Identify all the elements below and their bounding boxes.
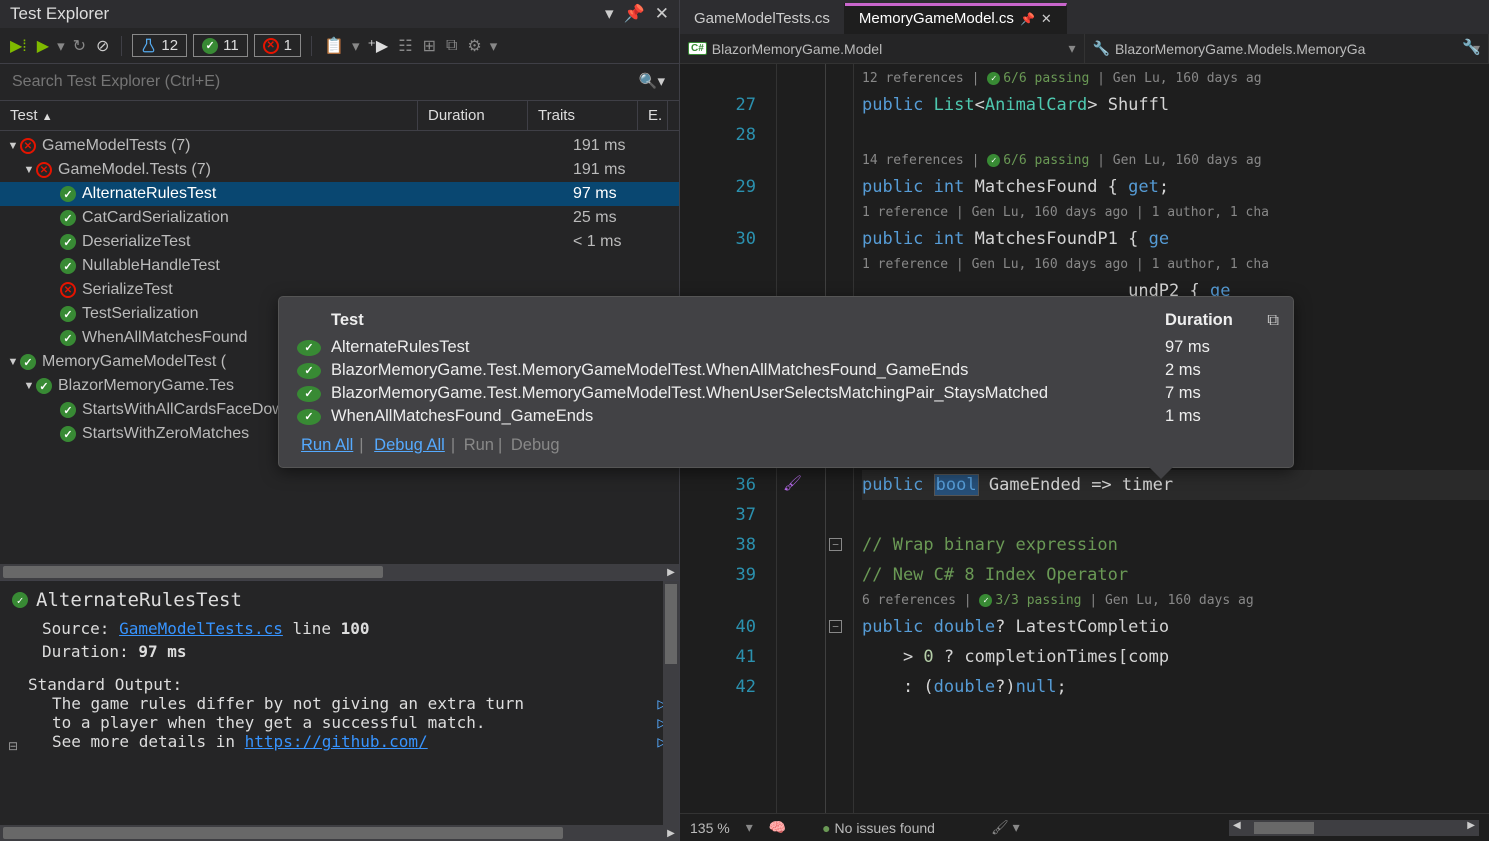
- test-explorer-title: Test Explorer: [10, 4, 109, 24]
- test-tree-row[interactable]: AlternateRulesTest97 ms: [0, 182, 679, 206]
- search-input[interactable]: [8, 69, 671, 95]
- tooltip-test-row[interactable]: BlazorMemoryGame.Test.MemoryGameModelTes…: [297, 359, 1275, 382]
- stdout-label: Standard Output:: [12, 675, 667, 694]
- pass-icon: [202, 38, 218, 54]
- codelens-tooltip: ⧉ Test Duration AlternateRulesTest97 msB…: [278, 296, 1294, 468]
- wrench-icon[interactable]: 🔧: [1462, 38, 1481, 56]
- columns-icon[interactable]: ⧉: [444, 37, 459, 55]
- window-dropdown-icon[interactable]: ▾: [605, 4, 614, 24]
- detail-hscrollbar[interactable]: ◀▶: [0, 825, 679, 841]
- zoom-dropdown-icon[interactable]: ▾: [746, 819, 753, 836]
- test-tree-row[interactable]: ▼GameModelTests (7)191 ms: [0, 134, 679, 158]
- pass-icon: [60, 234, 76, 250]
- paintbrush-icon[interactable]: 🖌 ▾: [991, 819, 1020, 836]
- settings-icon[interactable]: ⚙: [465, 36, 483, 56]
- pass-icon: [297, 363, 321, 379]
- run-after-build-icon[interactable]: ⁺▶: [365, 36, 390, 56]
- fail-icon: [263, 38, 279, 54]
- close-icon[interactable]: ✕: [655, 4, 669, 24]
- pass-icon: [60, 330, 76, 346]
- codelens[interactable]: 1 reference | Gen Lu, 160 days ago | 1 a…: [862, 202, 1489, 224]
- source-file-link[interactable]: GameModelTests.cs: [119, 619, 283, 638]
- settings-dropdown-icon[interactable]: ▾: [490, 37, 498, 55]
- codelens[interactable]: 6 references | 3/3 passing | Gen Lu, 160…: [862, 590, 1489, 612]
- paintbrush-icon[interactable]: 🖌: [783, 474, 802, 492]
- run-icon[interactable]: ▶: [35, 36, 51, 56]
- group-icon[interactable]: ⊞: [421, 36, 438, 56]
- pass-icon: [60, 402, 76, 418]
- stop-icon[interactable]: ⊘: [94, 36, 111, 56]
- debug-all-link[interactable]: Debug All: [374, 436, 445, 454]
- editor-tab[interactable]: GameModelTests.cs: [680, 3, 845, 34]
- codelens[interactable]: 1 reference | Gen Lu, 160 days ago | 1 a…: [862, 254, 1489, 276]
- pass-icon: [60, 306, 76, 322]
- codelens[interactable]: 12 references | 6/6 passing | Gen Lu, 16…: [862, 68, 1489, 90]
- test-columns-header: Test ▲ Duration Traits E.: [0, 101, 679, 131]
- pass-icon: [60, 210, 76, 226]
- search-icon[interactable]: 🔍▾: [639, 72, 665, 90]
- pass-icon: [297, 386, 321, 402]
- pass-icon: [12, 592, 28, 608]
- detail-test-name: AlternateRulesTest: [36, 589, 242, 611]
- passed-tests-count[interactable]: 11: [193, 34, 248, 57]
- check-icon: ●: [822, 820, 830, 836]
- fail-icon: [20, 138, 36, 154]
- pass-icon: [36, 378, 52, 394]
- pass-icon: [60, 426, 76, 442]
- playlist-icon[interactable]: 📋: [322, 36, 346, 56]
- issues-label: No issues found: [835, 820, 935, 836]
- pass-icon: [60, 258, 76, 274]
- fail-icon: [36, 162, 52, 178]
- test-tree-row[interactable]: NullableHandleTest: [0, 254, 679, 278]
- col-duration[interactable]: Duration: [418, 101, 528, 130]
- run-all-icon[interactable]: ▶⁞: [8, 36, 29, 56]
- detail-vscrollbar[interactable]: [663, 581, 679, 825]
- tree-hscrollbar[interactable]: ◀▶: [0, 564, 679, 580]
- editor-statusbar: 135 % ▾ 🧠 ● No issues found 🖌 ▾ ◀ ▶: [680, 813, 1489, 841]
- pass-icon: [297, 340, 321, 356]
- test-tree-row[interactable]: ▼GameModel.Tests (7)191 ms: [0, 158, 679, 182]
- pass-icon: [60, 186, 76, 202]
- test-explorer-titlebar: Test Explorer ▾ 📌 ✕: [0, 0, 679, 28]
- close-icon[interactable]: ✕: [1041, 11, 1052, 27]
- pass-icon: [297, 409, 321, 425]
- failed-tests-count[interactable]: 1: [254, 34, 301, 57]
- pin-icon[interactable]: 📌: [1020, 12, 1035, 26]
- crumb-class[interactable]: 🔧 BlazorMemoryGame.Models.MemoryGa ▾: [1085, 34, 1489, 63]
- debug-link-disabled: Debug: [511, 436, 560, 454]
- crumb-namespace[interactable]: C# BlazorMemoryGame.Model ▾: [680, 34, 1085, 63]
- run-all-link[interactable]: Run All: [301, 436, 353, 454]
- stdout-link[interactable]: https://github.com/: [245, 732, 428, 751]
- repeat-icon[interactable]: ↻: [71, 36, 88, 56]
- intellisense-icon[interactable]: 🧠: [769, 819, 786, 836]
- col-test[interactable]: Test ▲: [0, 101, 418, 130]
- playlist-dropdown-icon[interactable]: ▾: [352, 37, 360, 55]
- total-tests-count[interactable]: 12: [132, 34, 187, 57]
- zoom-level[interactable]: 135 %: [690, 820, 730, 836]
- run-link-disabled: Run: [464, 436, 494, 454]
- test-tree-row[interactable]: CatCardSerialization25 ms: [0, 206, 679, 230]
- pass-icon: [20, 354, 36, 370]
- pin-icon[interactable]: 📌: [624, 4, 645, 24]
- tooltip-test-row[interactable]: BlazorMemoryGame.Test.MemoryGameModelTes…: [297, 382, 1275, 405]
- test-tree-row[interactable]: DeserializeTest< 1 ms: [0, 230, 679, 254]
- codelens[interactable]: 14 references | 6/6 passing | Gen Lu, 16…: [862, 150, 1489, 172]
- editor-hscrollbar[interactable]: ◀ ▶: [1229, 820, 1479, 836]
- popout-icon[interactable]: ⧉: [1267, 311, 1279, 330]
- tooltip-test-row[interactable]: AlternateRulesTest97 ms: [297, 336, 1275, 359]
- fail-icon: [60, 282, 76, 298]
- editor-tab[interactable]: MemoryGameModel.cs📌✕: [845, 3, 1067, 34]
- test-detail-panel: AlternateRulesTest Source: GameModelTest…: [0, 580, 679, 825]
- editor-tabs: GameModelTests.csMemoryGameModel.cs📌✕: [680, 0, 1489, 34]
- chevron-down-icon[interactable]: ▾: [1068, 40, 1075, 57]
- test-explorer-toolbar: ▶⁞ ▶ ▾ ↻ ⊘ 12 11 1 📋 ▾ ⁺▶ ☷ ⊞ ⧉: [0, 28, 679, 64]
- hierarchy-icon[interactable]: ☷: [396, 36, 414, 56]
- col-traits[interactable]: Traits: [528, 101, 638, 130]
- run-dropdown-icon[interactable]: ▾: [57, 37, 65, 55]
- editor-breadcrumbs: C# BlazorMemoryGame.Model ▾ 🔧 BlazorMemo…: [680, 34, 1489, 64]
- test-search-container: 🔍▾: [0, 64, 679, 101]
- col-error[interactable]: E.: [638, 101, 668, 130]
- tooltip-test-row[interactable]: WhenAllMatchesFound_GameEnds1 ms: [297, 405, 1275, 428]
